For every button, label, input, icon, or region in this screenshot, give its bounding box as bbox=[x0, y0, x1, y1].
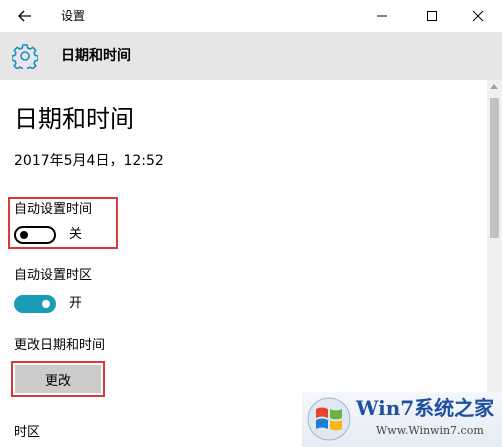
watermark-brand: Win7系统之家 bbox=[356, 396, 495, 420]
auto-time-toggle[interactable] bbox=[14, 226, 56, 244]
close-button[interactable] bbox=[454, 0, 502, 32]
toggle-knob bbox=[20, 231, 28, 239]
auto-timezone-toggle[interactable] bbox=[14, 295, 56, 313]
minimize-icon bbox=[377, 15, 387, 17]
timezone-label: 时区 bbox=[14, 425, 41, 440]
title-bar: 设置 bbox=[0, 0, 502, 32]
header-title: 日期和时间 bbox=[61, 48, 131, 64]
back-button[interactable] bbox=[11, 4, 39, 28]
scroll-thumb[interactable] bbox=[490, 98, 499, 238]
auto-time-label: 自动设置时间 bbox=[14, 202, 93, 217]
maximize-button[interactable] bbox=[408, 0, 456, 32]
window-title: 设置 bbox=[61, 9, 86, 23]
toggle-knob bbox=[42, 300, 50, 308]
watermark-url: Www.Winwin7.com bbox=[376, 424, 484, 437]
auto-time-state: 关 bbox=[69, 227, 83, 242]
page-header: 日期和时间 bbox=[0, 32, 502, 80]
scroll-up-icon[interactable] bbox=[490, 84, 498, 89]
watermark: Win7系统之家 Www.Winwin7.com bbox=[302, 392, 502, 447]
windows-logo-icon bbox=[307, 397, 351, 441]
minimize-button[interactable] bbox=[358, 0, 406, 32]
auto-timezone-label: 自动设置时区 bbox=[14, 268, 93, 283]
current-datetime: 2017年5月4日，12:52 bbox=[14, 153, 164, 169]
change-button[interactable]: 更改 bbox=[15, 365, 101, 393]
page-title: 日期和时间 bbox=[14, 105, 134, 133]
close-icon bbox=[472, 10, 484, 22]
gear-icon bbox=[12, 44, 38, 69]
back-arrow-icon bbox=[18, 10, 31, 22]
maximize-icon bbox=[427, 11, 437, 21]
auto-timezone-state: 开 bbox=[69, 296, 83, 311]
change-datetime-label: 更改日期和时间 bbox=[14, 338, 106, 353]
